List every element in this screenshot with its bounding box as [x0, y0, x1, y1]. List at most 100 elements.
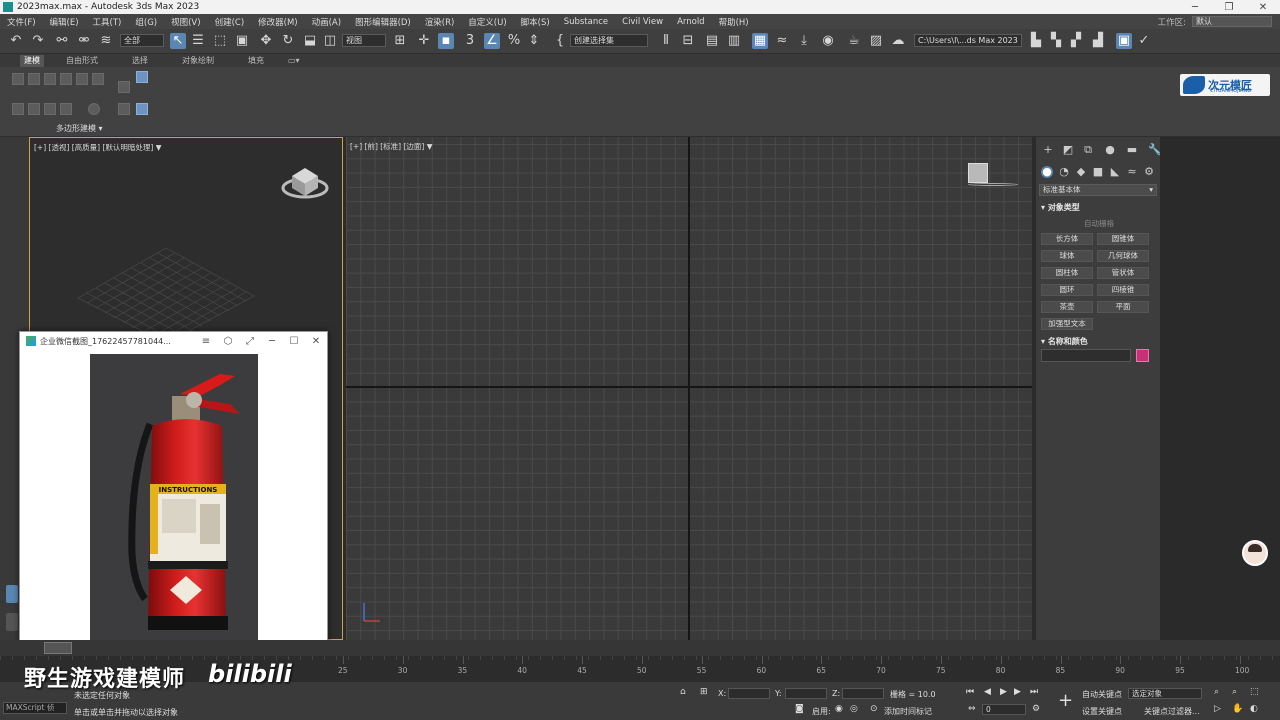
ribbon-tab-freeform[interactable]: 自由形式	[62, 55, 102, 67]
ribbon-tool-2[interactable]	[28, 73, 40, 85]
percent-snap-icon[interactable]: %	[506, 33, 522, 49]
menu-graph-editors[interactable]: 图形编辑器(D)	[348, 16, 418, 28]
ribbon-tool-5[interactable]	[76, 73, 88, 85]
render-icon[interactable]: ☁	[890, 33, 906, 49]
object-color-swatch[interactable]	[1136, 349, 1149, 362]
zoom-icon[interactable]: ⌕	[1214, 687, 1219, 697]
systems-icon[interactable]: ⚙	[1143, 166, 1155, 178]
sphere-button[interactable]: 球体	[1041, 250, 1093, 262]
ribbon-tool-7[interactable]	[12, 103, 24, 115]
modify-tab-icon[interactable]: ◩	[1062, 144, 1074, 156]
add-time-tag-icon[interactable]: ⊙	[870, 704, 878, 714]
set-key-button[interactable]: 设置关键点	[1082, 706, 1122, 717]
geosphere-button[interactable]: 几何球体	[1097, 250, 1149, 262]
close-icon[interactable]: ✕	[305, 336, 327, 347]
text-plus-button[interactable]: 加强型文本	[1041, 318, 1093, 330]
toolbar-icon-b[interactable]: ▞	[1068, 33, 1084, 49]
tube-button[interactable]: 管状体	[1097, 267, 1149, 279]
current-frame-input[interactable]: 0	[982, 704, 1026, 715]
track-bar[interactable]: 25 30 35 40 45 50 55 60 65 70 75 80 85 90 95 100	[0, 656, 1280, 682]
menu-civil-view[interactable]: Civil View	[615, 17, 670, 27]
fullscreen-icon[interactable]: ⤢	[239, 336, 261, 347]
ribbon-tab-modeling[interactable]: 建模	[20, 55, 44, 67]
scale-icon[interactable]: ⬓	[302, 33, 318, 49]
select-object-icon[interactable]: ↖	[170, 33, 186, 49]
ribbon-tool-8[interactable]	[28, 103, 40, 115]
ribbon-tool-15[interactable]	[136, 103, 148, 115]
window-crossing-icon[interactable]: ▣	[234, 33, 250, 49]
pan-icon[interactable]: ✋	[1232, 704, 1243, 714]
align-icon[interactable]: ⊟	[680, 33, 696, 49]
toolbar-icon-a[interactable]: ▚	[1048, 33, 1064, 49]
ribbon-tool-4[interactable]	[60, 73, 72, 85]
key-filters-button[interactable]: 关键点过滤器...	[1144, 706, 1200, 717]
ribbon-tool-6[interactable]	[92, 73, 104, 85]
ribbon-toggle-icon[interactable]: ▦	[752, 33, 768, 49]
y-coord-input[interactable]	[785, 688, 827, 699]
project-folder-icon[interactable]: ▙	[1028, 33, 1044, 49]
menu-modifiers[interactable]: 修改器(M)	[251, 16, 304, 28]
layer-explorer-icon[interactable]: ▥	[726, 33, 742, 49]
menu-icon[interactable]: ≡	[195, 336, 217, 347]
ribbon-tab-object-paint[interactable]: 对象绘制	[178, 55, 218, 67]
object-category-select[interactable]: 标准基本体 ▾	[1039, 184, 1157, 196]
goto-start-icon[interactable]: ⏮	[966, 687, 974, 697]
autogrid-checkbox[interactable]: 自动栅格	[1084, 218, 1114, 229]
menu-animation[interactable]: 动画(A)	[305, 16, 348, 28]
front-viewcube-icon[interactable]	[968, 163, 988, 183]
named-selection-set-select[interactable]: 创建选择集	[570, 34, 648, 47]
cameras-icon[interactable]: ■	[1092, 166, 1104, 178]
edit-named-sets-icon[interactable]: {	[552, 33, 568, 49]
front-viewport[interactable]: [+] [前] [标准] [边面] ▼	[346, 137, 1032, 640]
next-frame-icon[interactable]: ▶	[1014, 687, 1021, 697]
move-icon[interactable]: ✥	[258, 33, 274, 49]
spinner-snap-icon[interactable]: ⇕	[526, 33, 542, 49]
front-viewport-label[interactable]: [+] [前] [标准] [边面] ▼	[350, 141, 433, 152]
menu-edit[interactable]: 编辑(E)	[43, 16, 86, 28]
cone-button[interactable]: 圆锥体	[1097, 233, 1149, 245]
menu-group[interactable]: 组(G)	[128, 16, 164, 28]
selection-filter-select[interactable]: 全部	[120, 34, 164, 47]
placement-icon[interactable]: ◫	[322, 33, 338, 49]
menu-scripting[interactable]: 脚本(S)	[514, 16, 557, 28]
redo-icon[interactable]: ↷	[30, 33, 46, 49]
time-tag-icon[interactable]: ◎	[850, 704, 858, 714]
render-setup-icon[interactable]: ☕	[846, 33, 862, 49]
scene-explorer-toggle[interactable]	[6, 585, 18, 603]
add-time-tag[interactable]: 添加时间标记	[884, 706, 932, 717]
prev-frame-icon[interactable]: ◀	[984, 687, 991, 697]
unlink-icon[interactable]: ⚮	[76, 33, 92, 49]
toolbar-icon-d[interactable]: ▣	[1116, 33, 1132, 49]
rect-selection-icon[interactable]: ⬚	[212, 33, 228, 49]
workspace-select[interactable]: 默认	[1192, 16, 1272, 27]
name-and-color-rollout[interactable]: ▾ 名称和颜色	[1041, 336, 1088, 347]
pin-icon[interactable]: ⬡	[217, 336, 239, 347]
image-window-titlebar[interactable]: 企业微信截图_17622457781044... ≡ ⬡ ⤢ ─ ☐ ✕	[20, 332, 327, 350]
maxscript-listener[interactable]: MAXScript 侦	[3, 702, 67, 714]
time-slider-handle[interactable]	[44, 642, 72, 654]
motion-tab-icon[interactable]: ●	[1104, 144, 1116, 156]
ribbon-tool-11[interactable]	[88, 103, 100, 115]
pyramid-button[interactable]: 四棱锥	[1097, 284, 1149, 296]
scene-explorer-icon[interactable]: ▤	[704, 33, 720, 49]
undo-icon[interactable]: ↶	[8, 33, 24, 49]
menu-substance[interactable]: Substance	[557, 17, 615, 27]
cylinder-button[interactable]: 圆柱体	[1041, 267, 1093, 279]
menu-create[interactable]: 创建(C)	[208, 16, 252, 28]
menu-help[interactable]: 帮助(H)	[712, 16, 756, 28]
angle-snap-icon[interactable]: ∠	[484, 33, 500, 49]
zoom-all-icon[interactable]: ⌕	[1232, 687, 1237, 697]
material-editor-icon[interactable]: ◉	[820, 33, 836, 49]
lights-icon[interactable]: ◆	[1075, 166, 1087, 178]
menu-views[interactable]: 视图(V)	[164, 16, 207, 28]
restore-button[interactable]: ❐	[1212, 2, 1246, 13]
layer-toggle[interactable]	[6, 613, 18, 631]
box-button[interactable]: 长方体	[1041, 233, 1093, 245]
select-by-name-icon[interactable]: ☰	[190, 33, 206, 49]
polygon-modeling-label[interactable]: 多边形建模 ▾	[56, 123, 103, 134]
ribbon-tool-13[interactable]	[118, 103, 130, 115]
goto-end-icon[interactable]: ⏭	[1030, 687, 1038, 697]
toolbar-icon-e[interactable]: ✓	[1136, 33, 1152, 49]
object-name-input[interactable]	[1041, 349, 1131, 362]
project-path-select[interactable]: C:\Users\l\...ds Max 2023	[914, 34, 1022, 47]
